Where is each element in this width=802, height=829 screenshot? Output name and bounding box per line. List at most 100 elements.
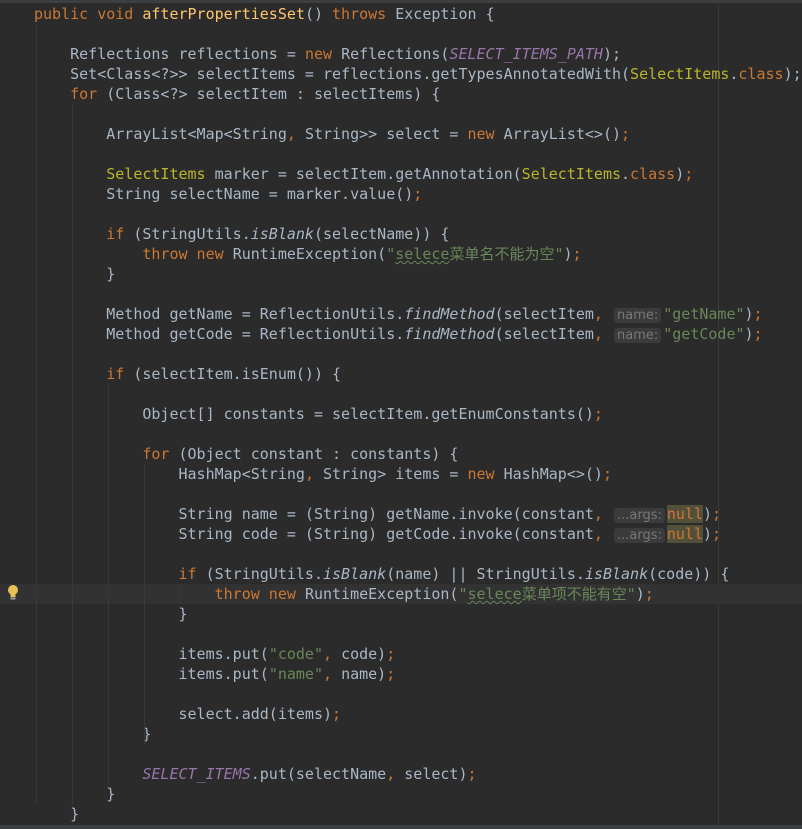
lightbulb-icon[interactable] — [6, 584, 20, 602]
code-token: code) — [341, 645, 387, 663]
code-token: ) — [563, 245, 573, 263]
code-token: ; — [684, 165, 694, 183]
code-line[interactable]: for (Class<?> selectItem : selectItems) … — [0, 84, 802, 104]
code-token: ArrayList<Map<String — [106, 125, 287, 143]
code-token: } — [178, 605, 188, 623]
code-token: throw new — [142, 245, 233, 263]
code-token: ) — [744, 325, 754, 343]
code-token: , — [323, 645, 342, 663]
code-line[interactable]: select.add(items); — [0, 704, 802, 724]
code-line[interactable]: String code = (String) getCode.invoke(co… — [0, 524, 802, 544]
code-token: "name" — [268, 665, 323, 683]
code-token: class — [630, 165, 676, 183]
code-token: String>> select = — [304, 125, 468, 143]
code-token: Set<Class<?>> selectItems = reflections.… — [70, 65, 631, 83]
code-line[interactable]: public void afterPropertiesSet() throws … — [0, 4, 802, 24]
code-line[interactable]: } — [0, 784, 802, 804]
code-token: HashMap<>() — [503, 465, 603, 483]
code-token: selece — [395, 245, 450, 263]
code-line[interactable] — [0, 284, 802, 304]
code-token: , — [593, 325, 612, 343]
parameter-hint: ...args: — [613, 508, 665, 523]
code-token: class — [738, 65, 784, 83]
code-line[interactable]: } — [0, 604, 802, 624]
code-line[interactable]: Reflections reflections = new Reflection… — [0, 44, 802, 64]
code-token: items.put( — [178, 645, 269, 663]
code-token: , — [386, 765, 405, 783]
code-token: select) — [404, 765, 468, 783]
code-token: findMethod — [404, 305, 495, 323]
code-line[interactable] — [0, 384, 802, 404]
code-token: String selectName = marker.value() — [106, 185, 414, 203]
horizontal-scrollbar[interactable] — [0, 825, 802, 829]
code-line[interactable]: if (selectItem.isEnum()) { — [0, 364, 802, 384]
code-token: marker = selectItem.getAnnotation( — [214, 165, 522, 183]
code-line[interactable]: Method getCode = ReflectionUtils.findMet… — [0, 324, 802, 344]
indent-guide — [36, 24, 37, 804]
code-token: , — [286, 125, 305, 143]
code-line[interactable] — [0, 544, 802, 564]
code-token: ; — [753, 305, 763, 323]
code-token: SelectItems — [106, 165, 215, 183]
code-line[interactable]: HashMap<String, String> items = new Hash… — [0, 464, 802, 484]
code-token: ) — [635, 585, 645, 603]
code-token: isBlank — [323, 565, 387, 583]
code-line[interactable]: throw new RuntimeException("selece菜单项不能有… — [0, 584, 802, 604]
code-token: ; — [621, 125, 631, 143]
code-token: HashMap<String — [178, 465, 305, 483]
code-line[interactable] — [0, 204, 802, 224]
code-line[interactable] — [0, 104, 802, 124]
code-token: SelectItems — [521, 165, 622, 183]
code-token: afterPropertiesSet — [142, 5, 305, 23]
code-token: , — [593, 525, 612, 543]
code-token: isBlank — [250, 225, 314, 243]
code-line[interactable] — [0, 684, 802, 704]
code-editor[interactable]: public void afterPropertiesSet() throws … — [0, 4, 802, 824]
code-line[interactable]: SelectItems marker = selectItem.getAnnot… — [0, 164, 802, 184]
code-token: new — [304, 45, 342, 63]
code-line[interactable]: if (StringUtils.isBlank(name) || StringU… — [0, 564, 802, 584]
parameter-hint: ...args: — [613, 528, 665, 543]
code-line[interactable]: items.put("name", name); — [0, 664, 802, 684]
code-token: "getName" — [663, 305, 745, 323]
code-line[interactable]: for (Object constant : constants) { — [0, 444, 802, 464]
code-token: RuntimeException( — [232, 245, 387, 263]
code-line[interactable]: if (StringUtils.isBlank(selectName)) { — [0, 224, 802, 244]
code-line[interactable] — [0, 344, 802, 364]
code-line[interactable]: String name = (String) getName.invoke(co… — [0, 504, 802, 524]
code-token: ; — [467, 765, 477, 783]
code-token: (name) || StringUtils. — [386, 565, 585, 583]
code-token: (selectItem.isEnum()) { — [133, 365, 342, 383]
code-token: , — [593, 305, 612, 323]
code-line[interactable]: } — [0, 804, 802, 824]
code-token: ArrayList<>() — [503, 125, 622, 143]
code-token: Method getCode = ReflectionUtils. — [106, 325, 405, 343]
code-token: String name = (String) getName.invoke(co… — [178, 505, 594, 523]
code-line[interactable] — [0, 24, 802, 44]
code-line[interactable]: items.put("code", code); — [0, 644, 802, 664]
code-line[interactable]: } — [0, 724, 802, 744]
code-line[interactable] — [0, 484, 802, 504]
code-token: ; — [413, 185, 423, 203]
code-line[interactable]: ArrayList<Map<String, String>> select = … — [0, 124, 802, 144]
code-token: "getCode" — [663, 325, 745, 343]
code-line[interactable] — [0, 744, 802, 764]
indent-guide — [72, 104, 73, 804]
code-token: ; — [753, 325, 763, 343]
code-token: } — [106, 785, 116, 803]
code-token: new — [467, 465, 504, 483]
code-line[interactable] — [0, 624, 802, 644]
code-token: , — [593, 505, 612, 523]
code-line[interactable] — [0, 144, 802, 164]
code-line[interactable]: Method getName = ReflectionUtils.findMet… — [0, 304, 802, 324]
code-line[interactable]: SELECT_ITEMS.put(selectName, select); — [0, 764, 802, 784]
code-token: RuntimeException( — [304, 585, 459, 603]
code-line[interactable]: } — [0, 264, 802, 284]
code-token: () — [304, 5, 333, 23]
code-line[interactable]: throw new RuntimeException("selece菜单名不能为… — [0, 244, 802, 264]
code-token: new — [467, 125, 504, 143]
code-line[interactable]: Object[] constants = selectItem.getEnumC… — [0, 404, 802, 424]
code-line[interactable] — [0, 424, 802, 444]
code-line[interactable]: Set<Class<?>> selectItems = reflections.… — [0, 64, 802, 84]
code-line[interactable]: String selectName = marker.value(); — [0, 184, 802, 204]
